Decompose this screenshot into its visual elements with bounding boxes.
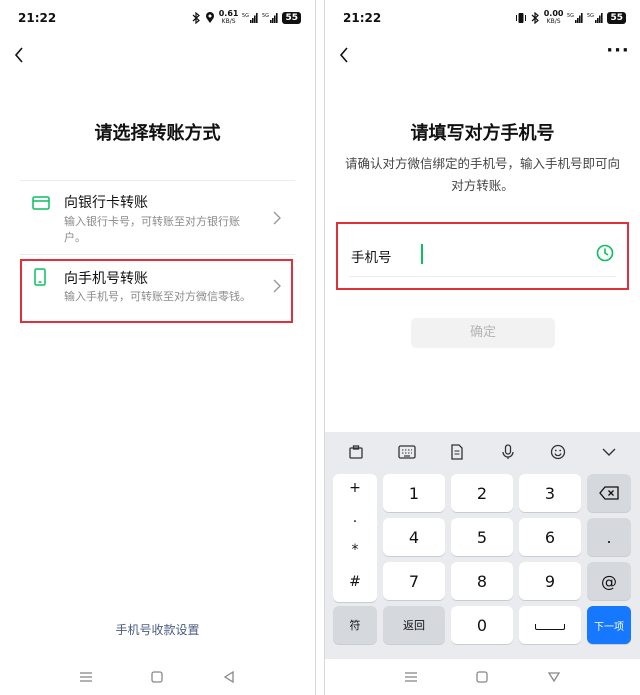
battery-indicator: 55 (607, 12, 626, 24)
key-0[interactable]: 0 (451, 606, 513, 644)
menu-icon[interactable] (76, 667, 96, 687)
status-time: 21:22 (343, 11, 382, 25)
battery-indicator: 55 (282, 12, 301, 24)
system-nav-bar (0, 659, 315, 695)
left-screen: 21:22 0.61 KB/S 5G 5G 55 请选择转账方式 向银行卡转账 … (0, 0, 316, 695)
symbol-column[interactable]: + . * # (333, 474, 377, 602)
chevron-left-icon (339, 47, 348, 63)
signal-5g-icon: 5G (587, 12, 604, 24)
back-triangle-icon[interactable] (219, 667, 239, 687)
signal-5g-icon: 5G (262, 12, 279, 24)
option-title: 向银行卡转账 (64, 195, 148, 211)
space-icon (535, 624, 565, 630)
bluetooth-icon (531, 12, 540, 24)
svg-text:5G: 5G (242, 13, 249, 19)
status-bar: 21:22 0.00 KB/S 5G 5G 55 (325, 0, 640, 36)
more-options-icon[interactable]: ··· (606, 42, 630, 66)
page-subtitle: 请确认对方微信绑定的手机号，输入手机号即可向对方转账。 (345, 156, 621, 193)
back-button[interactable] (8, 44, 30, 66)
symbol-key[interactable]: # (333, 574, 377, 590)
key-7[interactable]: 7 (383, 562, 445, 600)
divider (20, 180, 295, 181)
at-key[interactable]: @ (587, 562, 631, 600)
phone-receive-settings-link[interactable]: 手机号收款设置 (0, 621, 315, 638)
confirm-button[interactable]: 确定 (411, 318, 555, 348)
right-screen: 21:22 0.00 KB/S 5G 5G 55 ··· 请填写对方手机号 请确… (324, 0, 640, 695)
emoji-icon[interactable] (545, 439, 571, 465)
option-description: 输入银行卡号，可转账至对方银行账户。 (64, 215, 240, 244)
key-5[interactable]: 5 (451, 518, 513, 556)
keyboard-toolbar (325, 432, 640, 472)
symbol-key[interactable]: + (333, 480, 377, 496)
signal-5g-icon: 5G (242, 12, 259, 24)
key-9[interactable]: 9 (519, 562, 581, 600)
backspace-key[interactable] (587, 474, 631, 512)
symbols-key[interactable]: 符 (333, 606, 377, 644)
home-icon[interactable] (147, 667, 167, 687)
document-icon[interactable] (444, 439, 470, 465)
symbol-key[interactable]: * (333, 542, 377, 558)
bluetooth-icon (192, 12, 201, 24)
key-6[interactable]: 6 (519, 518, 581, 556)
network-speed: 0.61 KB/S (218, 9, 239, 26)
divider (20, 254, 295, 255)
clipboard-icon[interactable] (343, 439, 369, 465)
location-icon (205, 12, 215, 24)
signal-5g-icon: 5G (567, 12, 584, 24)
option-bank-card[interactable]: 向银行卡转账 输入银行卡号，可转账至对方银行账户。 (20, 182, 295, 250)
vibrate-icon (515, 12, 527, 24)
page-title: 请填写对方手机号 (410, 123, 555, 144)
key-1[interactable]: 1 (383, 474, 445, 512)
key-8[interactable]: 8 (451, 562, 513, 600)
page-title: 请选择转账方式 (94, 123, 221, 144)
highlight-box (20, 259, 293, 323)
key-4[interactable]: 4 (383, 518, 445, 556)
numeric-keyboard: + . * # 1 2 3 4 5 6 . 7 8 9 @ 符 返回 0 下一项 (325, 432, 640, 659)
microphone-icon[interactable] (495, 439, 521, 465)
chevron-down-icon[interactable] (596, 439, 622, 465)
status-time: 21:22 (18, 11, 57, 25)
dot-key[interactable]: . (587, 518, 631, 556)
symbol-key[interactable]: . (333, 510, 377, 526)
chevron-left-icon (14, 47, 23, 63)
keyboard-icon[interactable] (394, 439, 420, 465)
hide-keyboard-icon[interactable] (544, 667, 564, 687)
system-nav-bar (325, 659, 640, 695)
svg-text:5G: 5G (587, 13, 594, 19)
network-speed: 0.00 KB/S (543, 9, 564, 26)
highlight-box (336, 222, 629, 290)
menu-icon[interactable] (401, 667, 421, 687)
back-button[interactable] (333, 44, 355, 66)
space-key[interactable] (519, 606, 581, 644)
status-bar: 21:22 0.61 KB/S 5G 5G 55 (0, 0, 315, 36)
home-icon[interactable] (472, 667, 492, 687)
next-key[interactable]: 下一项 (587, 606, 631, 644)
chevron-right-icon (273, 210, 285, 226)
return-key[interactable]: 返回 (383, 606, 445, 644)
bank-card-icon (32, 195, 50, 214)
key-3[interactable]: 3 (519, 474, 581, 512)
backspace-icon (599, 486, 619, 500)
svg-text:5G: 5G (262, 13, 269, 19)
key-2[interactable]: 2 (451, 474, 513, 512)
svg-text:5G: 5G (567, 13, 574, 19)
